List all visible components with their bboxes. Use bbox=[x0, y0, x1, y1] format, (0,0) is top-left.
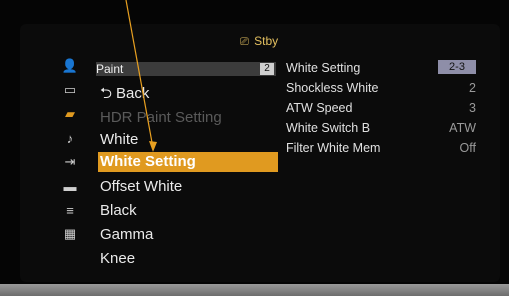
arrow-head-icon bbox=[149, 141, 157, 152]
bottom-bar bbox=[0, 284, 509, 296]
annotation-arrow bbox=[125, 0, 157, 152]
